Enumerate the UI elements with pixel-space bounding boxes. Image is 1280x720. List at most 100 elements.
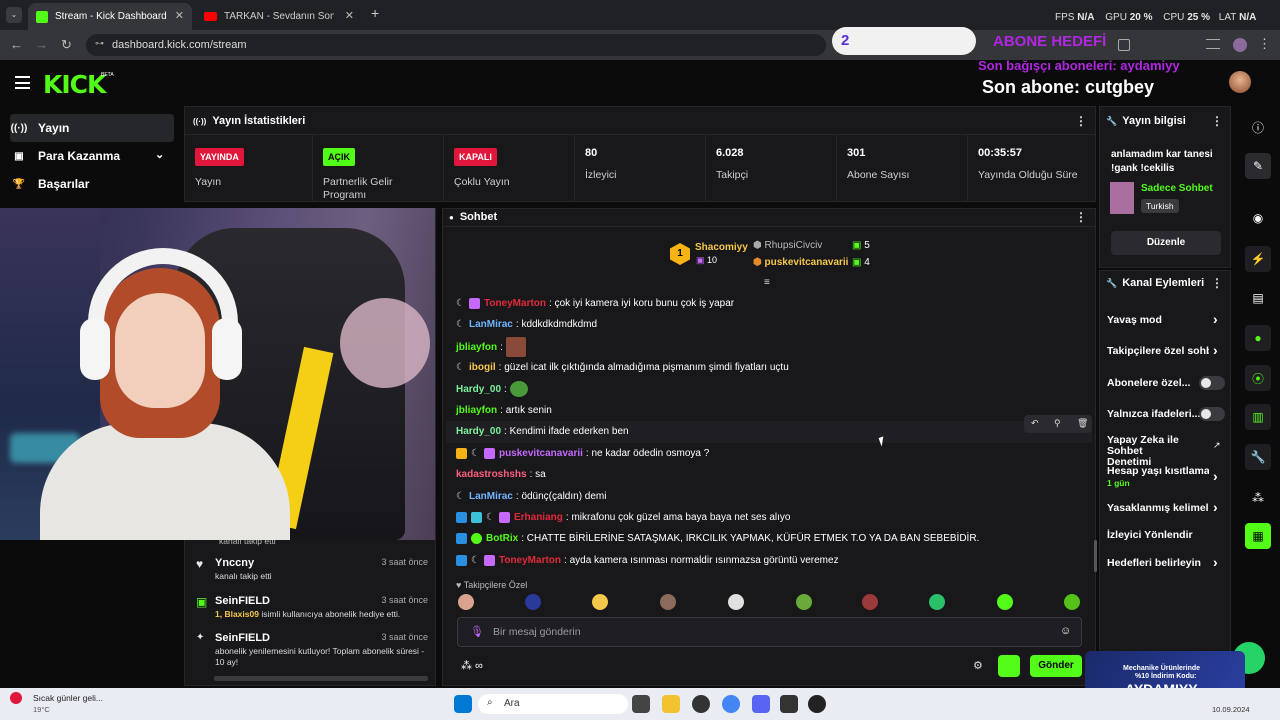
plush-toy: [340, 298, 430, 388]
action-followers-only[interactable]: Takipçilere özel sohb: [1107, 345, 1209, 357]
action-raid[interactable]: İzleyici Yönlendir: [1107, 529, 1193, 541]
emote-icon[interactable]: [660, 594, 676, 610]
account-age-value: 1 gün: [1107, 478, 1130, 488]
nav-item-stream[interactable]: ((·)) Yayın: [10, 114, 174, 142]
close-tab-icon[interactable]: ✕: [345, 9, 354, 22]
chat-icon[interactable]: ●: [1245, 325, 1271, 351]
chat-username[interactable]: puskevitcanavarii: [499, 448, 583, 459]
emote-icon[interactable]: [796, 594, 812, 610]
chat-username[interactable]: ToneyMarton: [499, 555, 561, 566]
emoji-picker-icon[interactable]: ☺: [1060, 625, 1071, 637]
action-account-age[interactable]: Hesap yaşı kısıtlaması: [1107, 465, 1209, 477]
chat-scrollbar[interactable]: [1094, 540, 1097, 572]
microphone-icon[interactable]: 🎙: [470, 625, 484, 638]
channel-actions-menu-icon[interactable]: ⋮: [1211, 276, 1223, 290]
browser-menu-icon[interactable]: ⋮: [1258, 36, 1271, 52]
action-slow-mode[interactable]: Yavaş mod: [1107, 314, 1162, 326]
tab-kick-dashboard[interactable]: Stream - Kick Dashboard ✕: [28, 3, 192, 30]
chat-username[interactable]: Hardy_00: [456, 384, 501, 395]
pin-icon[interactable]: ⚲: [1054, 418, 1061, 429]
reload-icon[interactable]: ↻: [61, 37, 72, 53]
chat-username[interactable]: Erhaniang: [514, 512, 563, 523]
emotes-only-toggle[interactable]: [1199, 407, 1225, 421]
app-icon[interactable]: [808, 695, 826, 713]
address-bar[interactable]: ⊶ dashboard.kick.com/stream: [86, 34, 826, 56]
lightning-icon[interactable]: ⚡: [1245, 246, 1271, 272]
info-icon[interactable]: ⓘ: [1245, 114, 1271, 140]
user-avatar[interactable]: [1229, 71, 1251, 93]
category-link[interactable]: Sadece Sohbet: [1141, 183, 1213, 194]
send-button[interactable]: Gönder: [1030, 655, 1082, 677]
hamburger-menu-icon[interactable]: [15, 76, 30, 89]
emote-icon[interactable]: [997, 594, 1013, 610]
tab-list-button[interactable]: ⌄: [6, 7, 22, 23]
extensions-icon[interactable]: [1118, 39, 1130, 51]
kick-points-icon[interactable]: ⁂ ∞: [461, 659, 483, 672]
subscribers-only-toggle[interactable]: [1199, 376, 1225, 390]
sub-goal-count: 2: [841, 32, 850, 49]
tab-youtube[interactable]: TARKAN - Sevdanın Son Vuruş ✕: [196, 3, 362, 30]
discord-icon[interactable]: [752, 695, 770, 713]
reply-icon[interactable]: ↶: [1031, 418, 1039, 429]
camera-icon[interactable]: ◉: [1245, 205, 1271, 231]
kick-extension-icon[interactable]: [998, 655, 1020, 677]
emote-icon[interactable]: [458, 594, 474, 610]
action-set-goals[interactable]: Hedefleri belirleyin: [1107, 557, 1201, 569]
weather-text[interactable]: Sıcak günler geli...: [33, 693, 103, 703]
emote-icon[interactable]: [929, 594, 945, 610]
chat-input[interactable]: 🎙 Bir mesaj gönderin ☺: [457, 617, 1082, 647]
edit-button[interactable]: Düzenle: [1111, 231, 1221, 255]
app-icon[interactable]: [692, 695, 710, 713]
share-icon[interactable]: ⁂: [1245, 485, 1271, 511]
chrome-icon[interactable]: [722, 695, 740, 713]
chat-username[interactable]: LanMirac: [469, 491, 513, 502]
action-banned-words[interactable]: Yasaklanmış kelimele: [1107, 502, 1209, 514]
stream-info-menu-icon[interactable]: ⋮: [1211, 114, 1223, 128]
profile-icon[interactable]: [1233, 38, 1247, 52]
chat-username[interactable]: ibogil: [469, 362, 496, 373]
collapse-leaderboard-icon[interactable]: ≡: [764, 277, 770, 288]
leader-row[interactable]: ⬢ RhupsiCivciv: [753, 240, 822, 251]
channel-actions-header: 🔧 Kanal Eylemleri: [1106, 277, 1204, 289]
broadcast-icon[interactable]: ⦿: [1245, 365, 1271, 391]
chat-username[interactable]: kadastroshshs: [456, 469, 527, 480]
stats-menu-icon[interactable]: ⋮: [1075, 114, 1087, 128]
chat-username[interactable]: LanMirac: [469, 319, 513, 330]
chat-settings-icon[interactable]: ⚙: [973, 659, 983, 672]
close-tab-icon[interactable]: ✕: [175, 9, 184, 22]
leader-name[interactable]: Shacomiyy: [695, 242, 748, 253]
app-icon[interactable]: ▦: [1245, 523, 1271, 549]
document-icon[interactable]: ▤: [1245, 285, 1271, 311]
nav-item-achievements[interactable]: 🏆 Başarılar: [10, 170, 174, 198]
kick-logo[interactable]: KICK: [43, 70, 106, 99]
chat-menu-icon[interactable]: ⋮: [1075, 210, 1087, 224]
emote-icon[interactable]: [525, 594, 541, 610]
emote-icon[interactable]: [862, 594, 878, 610]
chat-username[interactable]: Hardy_00: [456, 426, 501, 437]
site-info-icon[interactable]: ⊶: [95, 38, 104, 49]
obs-icon[interactable]: [780, 695, 798, 713]
delete-icon[interactable]: 🗑: [1077, 418, 1088, 429]
chat-username[interactable]: BotRix: [486, 533, 518, 544]
start-menu-icon[interactable]: [454, 695, 472, 713]
forward-icon[interactable]: →: [35, 37, 48, 52]
reading-list-icon[interactable]: [1206, 39, 1220, 49]
file-explorer-icon[interactable]: [662, 695, 680, 713]
chat-username[interactable]: ToneyMarton: [484, 298, 546, 309]
emote-icon[interactable]: [1064, 594, 1080, 610]
taskview-icon[interactable]: [632, 695, 650, 713]
activity-scrollbar[interactable]: [214, 676, 428, 681]
wrench-tool-icon[interactable]: 🔧: [1245, 444, 1271, 470]
action-ai-moderation[interactable]: Yapay Zeka ile Sohbet Denetimi: [1107, 435, 1189, 468]
leader-row[interactable]: ⬢ puskevitcanavarii: [753, 257, 848, 268]
chat-username[interactable]: jbliayfon: [456, 342, 497, 353]
nav-item-monetization[interactable]: ▣ Para Kazanma ⌄: [10, 142, 174, 170]
taskbar-search[interactable]: ⌕ Ara: [478, 694, 628, 714]
layout-icon[interactable]: ▥: [1245, 404, 1271, 430]
emote-icon[interactable]: [728, 594, 744, 610]
new-tab-button[interactable]: +: [371, 5, 379, 21]
emote-icon[interactable]: [592, 594, 608, 610]
chat-username[interactable]: jbliayfon: [456, 405, 497, 416]
back-icon[interactable]: ←: [10, 37, 23, 52]
edit-pencil-icon[interactable]: ✎: [1245, 153, 1271, 179]
